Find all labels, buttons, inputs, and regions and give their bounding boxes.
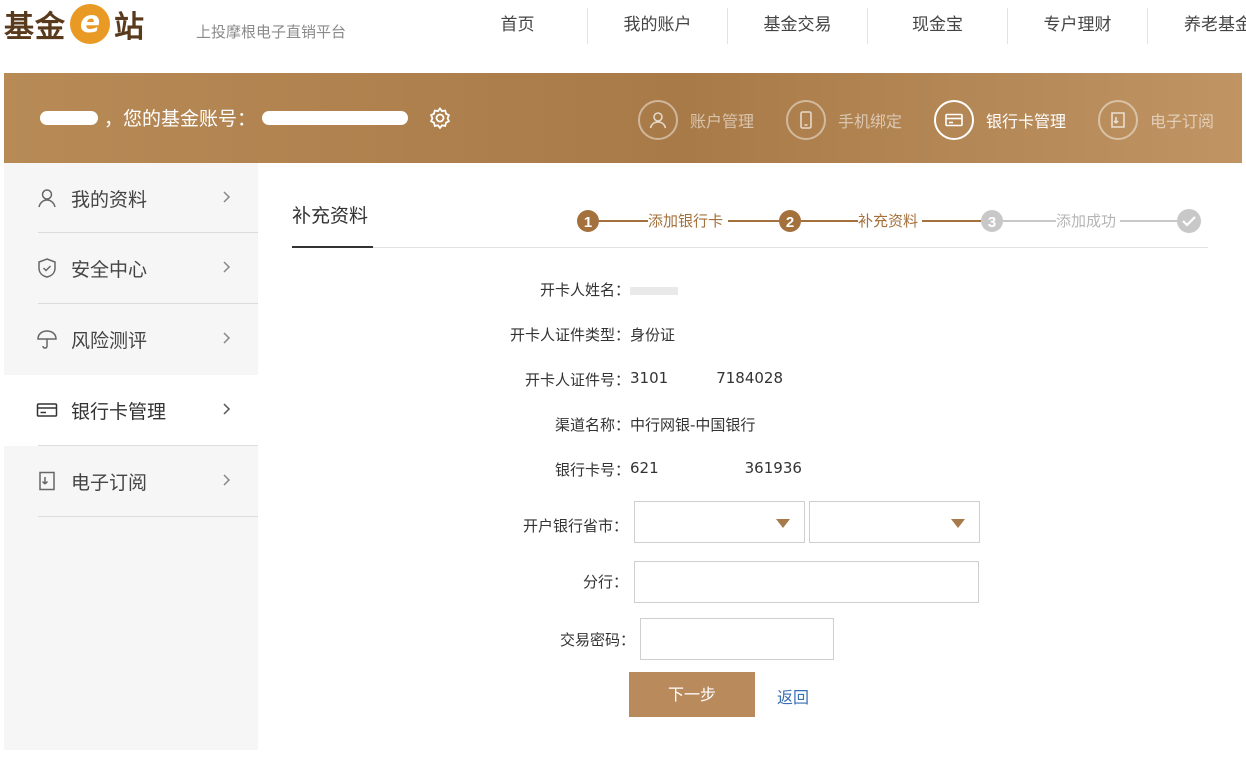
sidebar-item-label: 安全中心 <box>71 259 148 281</box>
chevron-right-icon <box>222 257 236 279</box>
banner-link-bank-card[interactable]: 银行卡管理 <box>934 100 1066 140</box>
step-2: 2 <box>779 210 801 232</box>
trade-password-input[interactable] <box>640 618 834 660</box>
chevron-right-icon <box>222 470 236 492</box>
channel-name-value: 中行网银-中国银行 <box>630 416 756 434</box>
nav-special-account[interactable]: 专户理财 <box>1008 8 1148 44</box>
id-number-value: 3101 7184028 <box>630 369 783 387</box>
sidebar-item-subscribe[interactable]: 电子订阅 <box>4 446 258 517</box>
banner-link-label: 电子订阅 <box>1150 112 1215 131</box>
subscribe-icon <box>1098 100 1138 140</box>
chevron-right-icon <box>222 328 236 350</box>
step-number: 1 <box>584 214 592 231</box>
step-label: 添加银行卡 <box>648 212 723 230</box>
account-banner: ，您的基金账号： 账户管理 手机绑定 银行卡管理 电子订阅 <box>4 73 1242 163</box>
sidebar-item-label: 电子订阅 <box>71 472 148 494</box>
phone-icon <box>786 100 826 140</box>
id-type-value: 身份证 <box>630 326 676 344</box>
banner-link-label: 银行卡管理 <box>986 112 1067 131</box>
step-number: 3 <box>988 214 996 231</box>
nav-home[interactable]: 首页 <box>448 8 588 44</box>
masked-card-middle <box>658 464 745 473</box>
card-number-label: 银行卡号： <box>554 461 630 479</box>
nav-cash-treasure[interactable]: 现金宝 <box>868 8 1008 44</box>
id-number-prefix: 3101 <box>630 369 669 387</box>
trade-password-label: 交易密码： <box>559 631 635 649</box>
province-select[interactable] <box>634 501 805 543</box>
sidebar-item-risk-assessment[interactable]: 风险测评 <box>4 304 258 375</box>
card-number-prefix: 621 <box>630 459 659 477</box>
bank-card-icon <box>934 100 974 140</box>
next-step-button[interactable]: 下一步 <box>629 672 755 717</box>
nav-my-account[interactable]: 我的账户 <box>588 8 728 44</box>
nav-fund-trade[interactable]: 基金交易 <box>728 8 868 44</box>
gear-icon[interactable] <box>428 106 452 130</box>
masked-username <box>40 110 98 125</box>
nav-pension-fund[interactable]: 养老基金 <box>1148 8 1246 44</box>
check-icon <box>1177 209 1201 233</box>
dropdown-arrow-icon <box>776 519 790 528</box>
sidebar-item-label: 银行卡管理 <box>71 401 167 423</box>
id-number-label: 开卡人证件号： <box>524 371 630 389</box>
step-1: 1 <box>577 210 599 232</box>
step-label: 补充资料 <box>858 212 918 230</box>
banner-link-label: 手机绑定 <box>838 112 903 131</box>
branch-label: 分行： <box>582 573 628 591</box>
site-logo[interactable]: 基金 e 站 <box>4 2 145 46</box>
sidebar-item-label: 风险测评 <box>71 330 148 352</box>
id-number-suffix: 7184028 <box>716 369 783 387</box>
shield-icon <box>36 257 60 281</box>
step-number: 2 <box>786 214 794 231</box>
cardholder-name-value <box>630 281 678 299</box>
sidebar-item-profile[interactable]: 我的资料 <box>4 163 258 234</box>
card-number-suffix: 361936 <box>744 459 802 477</box>
dropdown-arrow-icon <box>951 519 965 528</box>
banner-link-account[interactable]: 账户管理 <box>638 100 754 140</box>
subscribe-icon <box>36 470 60 494</box>
welcome-text: ，您的基金账号： <box>40 104 452 131</box>
top-nav: 首页 我的账户 基金交易 现金宝 专户理财 养老基金 <box>448 8 1246 44</box>
greeting-text: ，您的基金账号： <box>104 108 257 130</box>
sidebar-item-bank-card[interactable]: 银行卡管理 <box>4 375 258 446</box>
banner-link-phone[interactable]: 手机绑定 <box>786 100 902 140</box>
city-select[interactable] <box>809 501 980 543</box>
step-label: 添加成功 <box>1056 212 1116 230</box>
branch-input[interactable] <box>634 561 979 603</box>
sidebar-divider <box>38 516 258 517</box>
channel-name-label: 渠道名称： <box>554 416 630 434</box>
bank-card-icon <box>36 399 60 423</box>
user-icon <box>36 187 60 211</box>
step-progress: 1 添加银行卡 2 补充资料 3 添加成功 <box>577 209 1201 233</box>
logo-text-right: 站 <box>114 10 145 45</box>
masked-id-middle <box>668 374 717 383</box>
banner-link-subscribe[interactable]: 电子订阅 <box>1098 100 1214 140</box>
cardholder-name-label: 开卡人姓名： <box>539 281 630 299</box>
logo-text-left: 基金 <box>4 10 66 45</box>
top-header: 基金 e 站 上投摩根电子直销平台 首页 我的账户 基金交易 现金宝 专户理财 … <box>0 0 1246 72</box>
chevron-right-icon <box>222 399 236 421</box>
step-3: 3 <box>981 210 1003 232</box>
chevron-right-icon <box>222 187 236 209</box>
masked-cardholder-name <box>630 286 678 295</box>
province-city-label: 开户银行省市： <box>522 517 628 535</box>
site-slogan: 上投摩根电子直销平台 <box>196 23 347 41</box>
logo-e-mark: e <box>70 4 110 44</box>
sidebar-item-security[interactable]: 安全中心 <box>4 233 258 304</box>
banner-link-label: 账户管理 <box>690 112 755 131</box>
sidebar-item-label: 我的资料 <box>71 189 148 211</box>
main-panel: 补充资料 1 添加银行卡 2 补充资料 3 添加成功 开卡人姓名： 开卡人证件类… <box>258 163 1242 750</box>
sidebar: 我的资料 安全中心 风险测评 银行卡管理 电子订阅 <box>4 163 258 750</box>
id-type-label: 开卡人证件类型： <box>509 326 630 344</box>
card-number-value: 621 361936 <box>630 459 802 477</box>
user-icon <box>638 100 678 140</box>
umbrella-icon <box>36 328 60 352</box>
masked-account-number <box>262 110 409 125</box>
back-link[interactable]: 返回 <box>777 684 809 708</box>
